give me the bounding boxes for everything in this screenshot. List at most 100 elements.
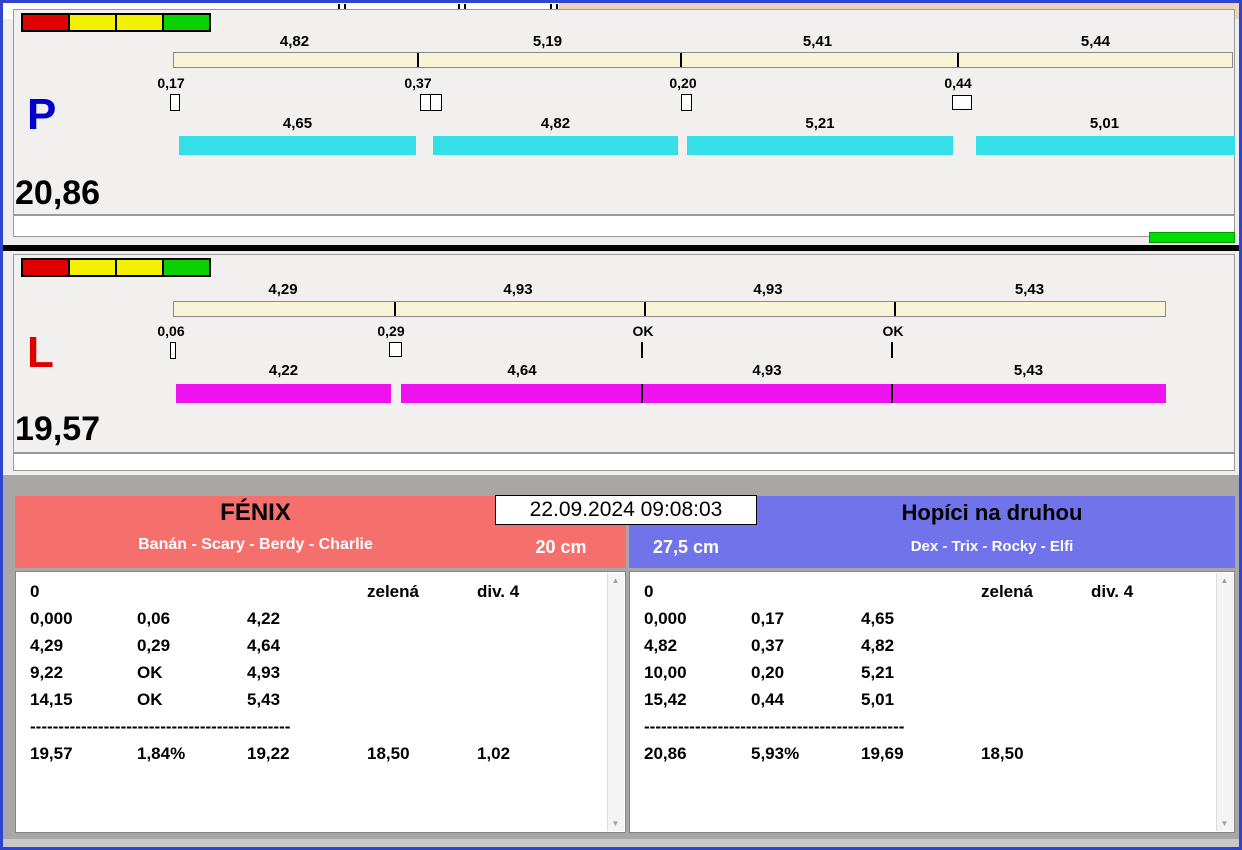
split-tick [417,53,419,67]
lane-l-segment-time: 4,93 [752,362,782,379]
team-right-results-table: 0 zelená div. 4 0,000 0,17 4,65 4,82 0,3… [629,571,1235,833]
table-scrollbar[interactable]: ▲ ▼ [607,573,624,831]
cell-empty [367,659,477,686]
lane-p-status-lights [21,13,211,32]
cell-faults: 0 [30,582,40,601]
lane-l-split-time: 5,43 [1014,281,1045,298]
cell: 0,20 [751,663,785,682]
separator-dashes: ----------------------------------------… [644,717,905,736]
cell: 18,50 [367,744,410,763]
lane-l-gap-time: 0,29 [377,323,405,339]
timing-app-window: P 4,82 5,19 5,41 5,44 0,17 0,37 0,20 0,4… [0,0,1242,850]
lane-l-segment-bar [176,384,391,403]
lane-l-gap-time: OK [882,323,904,339]
team-right-members: Dex - Trix - Rocky - Elfi [910,538,1074,555]
lane-p-segment-time: 5,01 [1089,115,1120,132]
lane-p-split-bar [173,52,1233,68]
lane-l-split-time: 4,93 [503,281,533,298]
cell: OK [137,690,163,709]
lane-l-segment-time: 5,43 [1013,362,1044,379]
lane-p-segment-bar [433,136,678,155]
totals-row: 20,86 5,93% 19,69 18,50 [630,740,1234,767]
lane-l-timeline-strip [13,453,1235,471]
cell: 0,06 [137,609,171,628]
cell: 0,17 [751,609,785,628]
separator-row: ----------------------------------------… [16,713,625,740]
lane-p-split-time: 4,82 [279,33,310,50]
scroll-up-icon[interactable]: ▲ [608,573,623,588]
lane-p-gap-time: 0,20 [669,75,697,91]
light-yellow-icon [115,13,164,32]
cell-empty [1091,740,1234,767]
light-red-icon [21,258,70,277]
cell-faults: 0 [644,582,654,601]
cell: OK [137,663,163,682]
cell-empty [247,578,367,605]
split-tick [894,302,896,316]
cell: 4,29 [30,636,64,655]
cell-percent: 1,84% [137,744,186,763]
lane-l-split-time: 4,29 [268,281,298,298]
table-scrollbar[interactable]: ▲ ▼ [1216,573,1233,831]
cell: 0,000 [30,609,73,628]
scroll-down-icon[interactable]: ▼ [608,816,623,831]
lane-divider [3,245,1239,251]
result-row: 10,00 0,20 5,21 [630,659,1234,686]
lane-p-split-time: 5,44 [1080,33,1111,50]
cell: 4,93 [247,663,281,682]
cell: 0,29 [137,636,171,655]
light-yellow-icon [68,13,117,32]
cell: 1,02 [477,744,511,763]
team-left-name: FÉNIX [220,499,291,526]
cell: 10,00 [644,663,687,682]
separator-row: ----------------------------------------… [630,713,1234,740]
cell-empty [1091,686,1234,713]
segment-tick [641,384,643,403]
lane-l-segment-bar [401,384,1166,403]
cell-empty [1091,632,1234,659]
lane-p-segment-bar [687,136,953,155]
cell-empty [981,605,1091,632]
cell-percent: 5,93% [751,744,800,763]
result-row: 15,42 0,44 5,01 [630,686,1234,713]
light-yellow-icon [68,258,117,277]
lane-p-finish-indicator [1149,232,1235,243]
lane-p-gap-time: 0,37 [404,75,432,91]
scroll-up-icon[interactable]: ▲ [1217,573,1232,588]
sensor-mark [170,94,180,111]
datetime-display: 22.09.2024 09:08:03 [495,495,757,525]
cell: 14,15 [30,690,73,709]
scroll-down-icon[interactable]: ▼ [1217,816,1232,831]
lane-l-gap-time: 0,06 [157,323,185,339]
team-right-height: 27,5 cm [653,537,720,557]
window-bottom-strip [3,839,1239,847]
lane-p-segment-time: 4,65 [282,115,313,132]
sensor-mark [952,95,972,110]
lane-l-split-time: 4,93 [753,281,783,298]
result-row: 14,15 OK 5,43 [16,686,625,713]
lane-p-gap-time: 0,17 [157,75,185,91]
lane-p-split-time: 5,41 [802,33,833,50]
cell-total: 19,57 [30,744,73,763]
cell: 9,22 [30,663,64,682]
cell-empty [367,605,477,632]
cell-empty [477,686,625,713]
result-row: 9,22 OK 4,93 [16,659,625,686]
result-row: 0,000 0,06 4,22 [16,605,625,632]
cell-card: zelená [981,582,1033,601]
split-tick [957,53,959,67]
cell: 4,22 [247,609,281,628]
team-left-members: Banán - Scary - Berdy - Charlie [138,536,373,553]
cell-empty [367,632,477,659]
info-row: 0 zelená div. 4 [16,578,625,605]
light-green-icon [162,258,211,277]
cell: 0,000 [644,609,687,628]
sensor-mark [430,94,442,111]
cell: 15,42 [644,690,687,709]
cell: 5,01 [861,690,895,709]
result-row: 4,82 0,37 4,82 [630,632,1234,659]
cell-division: div. 4 [1091,582,1134,601]
cell: 4,65 [861,609,895,628]
segment-tick [891,384,893,403]
cell: 4,82 [644,636,678,655]
